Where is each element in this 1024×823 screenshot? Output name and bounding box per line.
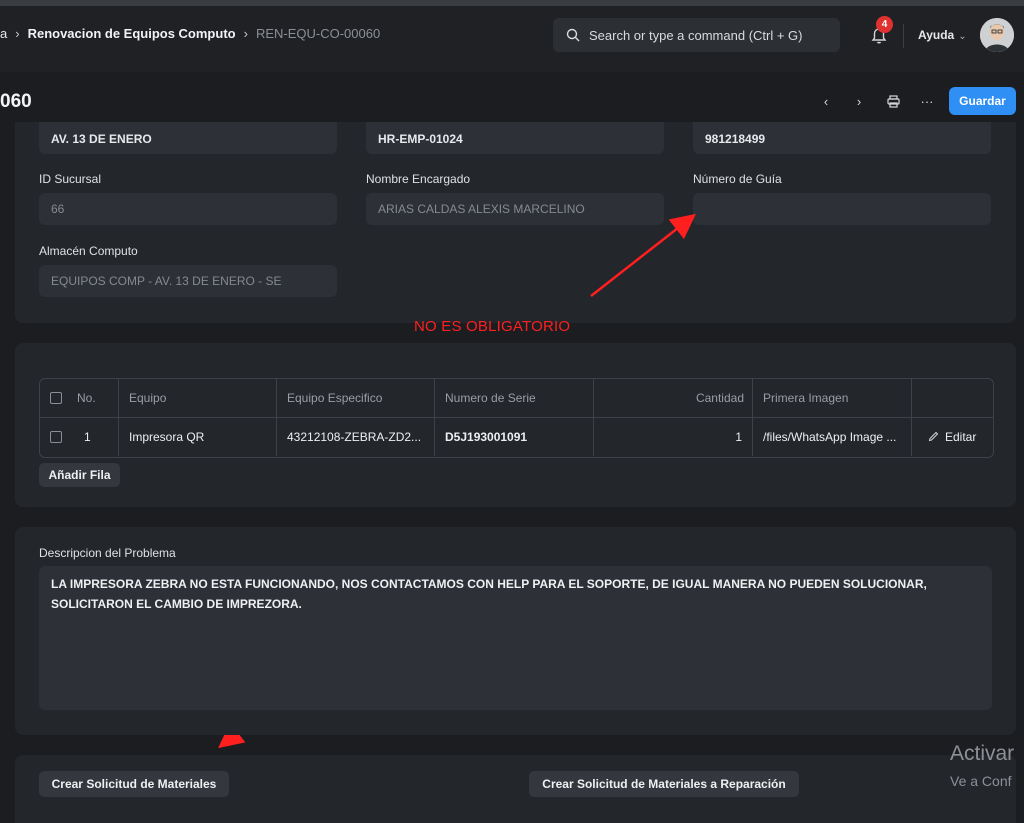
items-table: No. Equipo Equipo Especifico Numero de S… — [39, 378, 994, 458]
arrow-to-guide-field — [590, 213, 696, 297]
create-repair-request-button[interactable]: Crear Solicitud de Materiales a Reparaci… — [529, 771, 799, 797]
cell-equipo[interactable]: Impresora QR — [119, 417, 277, 456]
table-row[interactable]: 1 Impresora QR 43212108-ZEBRA-ZD2... D5J… — [40, 417, 993, 456]
edit-row-button[interactable]: Editar — [912, 417, 993, 456]
activation-watermark-subtitle: Ve a Conf — [950, 773, 1012, 789]
column-actions — [912, 379, 993, 417]
row-select: 1 — [40, 417, 119, 456]
pencil-icon — [928, 431, 939, 442]
row-number: 1 — [84, 429, 91, 444]
annotation-text: NO ES OBLIGATORIO — [414, 318, 571, 335]
cell-equipo-especifico[interactable]: 43212108-ZEBRA-ZD2... — [277, 417, 435, 456]
column-numero-serie: Numero de Serie — [435, 379, 594, 417]
cell-numero-serie[interactable]: D5J193001091 — [435, 417, 594, 456]
header-select: No. — [40, 379, 119, 417]
problem-description-label: Descripcion del Problema — [39, 546, 176, 560]
cell-cantidad[interactable]: 1 — [594, 417, 753, 456]
add-row-button[interactable]: Añadir Fila — [39, 463, 120, 487]
cell-primera-imagen[interactable]: /files/WhatsApp Image ... — [753, 417, 912, 456]
column-primera-imagen: Primera Imagen — [753, 379, 912, 417]
edit-label: Editar — [945, 429, 977, 444]
column-equipo-especifico: Equipo Especifico — [277, 379, 435, 417]
create-material-request-button[interactable]: Crear Solicitud de Materiales — [39, 771, 229, 797]
row-checkbox[interactable] — [50, 430, 62, 443]
problem-description-textarea[interactable]: LA IMPRESORA ZEBRA NO ESTA FUNCIONANDO, … — [39, 566, 992, 710]
column-equipo: Equipo — [119, 379, 277, 417]
column-cantidad: Cantidad — [594, 379, 753, 417]
table-header: No. Equipo Equipo Especifico Numero de S… — [40, 379, 993, 418]
select-all-checkbox[interactable] — [50, 392, 62, 404]
column-no: No. — [77, 391, 96, 405]
activation-watermark-title: Activar — [950, 742, 1015, 765]
